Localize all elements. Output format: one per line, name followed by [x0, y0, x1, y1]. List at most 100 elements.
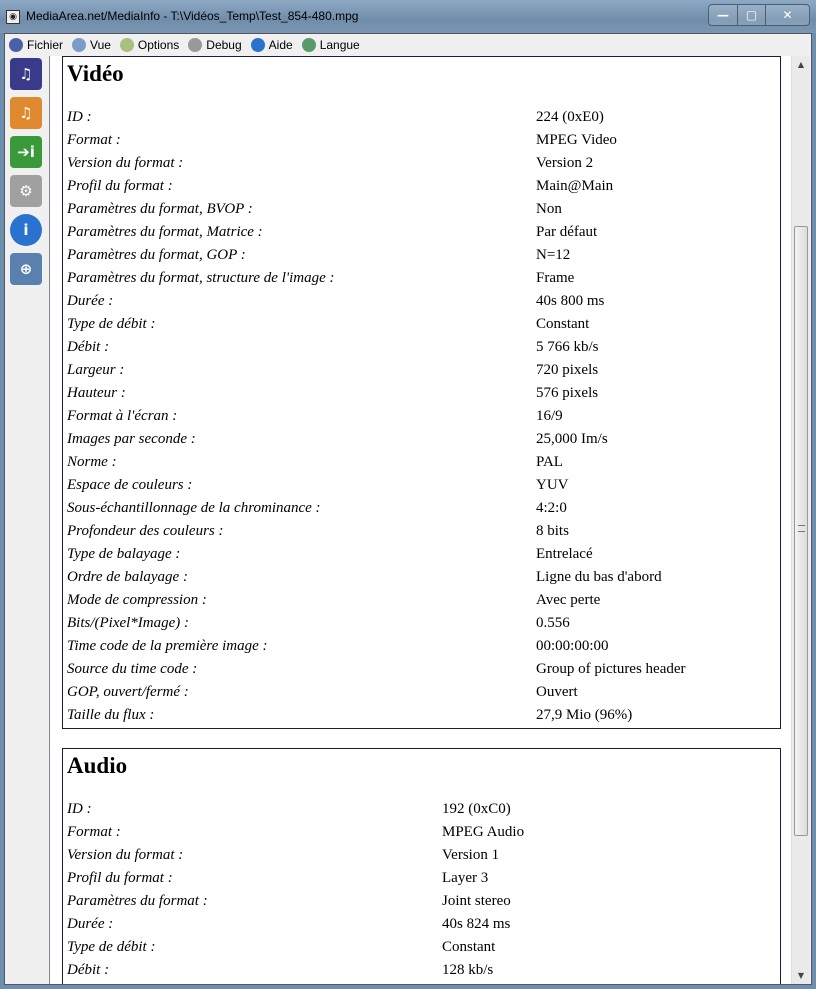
options-icon [119, 38, 134, 52]
menu-label: Langue [319, 38, 360, 52]
window-title: MediaArea.net/MediaInfo - T:\Vidéos_Temp… [26, 9, 359, 23]
report-view: Vidéo ID : 224 (0xE0) Format : MPEG Video Ve… [49, 56, 791, 984]
toolbar-sidebar: ♫ ♫ ➔i ⚙ i ⊕ [5, 56, 49, 984]
field-value: Group of pictures header [536, 661, 686, 677]
field-label: Format à l'écran : [67, 408, 178, 424]
export-icon[interactable]: ➔i [10, 136, 42, 168]
scroll-thumb[interactable] [794, 226, 808, 836]
field-label: Mode de compression : [67, 592, 207, 608]
field-label: Paramètres du format, structure de l'ima… [67, 270, 335, 286]
field-value: Main@Main [536, 178, 614, 194]
field-value: 8 bits [536, 523, 569, 539]
field-label: Images par seconde : [67, 431, 196, 447]
field-label: Paramètres du format, BVOP : [67, 201, 253, 217]
field-label: Paramètres du format : [67, 893, 208, 909]
menu-langue[interactable]: Langue [301, 38, 360, 52]
info-row: Bits/(Pixel*Image) : 0.556 [67, 615, 767, 638]
field-value: Par défaut [536, 224, 598, 240]
menu-label: Aide [268, 38, 293, 52]
field-value: Non [536, 201, 562, 217]
menu-debug[interactable]: Debug [188, 38, 242, 52]
field-label: Ordre de balayage : [67, 569, 188, 585]
menu-options[interactable]: Options [119, 38, 179, 52]
menu-fichier[interactable]: Fichier [9, 38, 63, 52]
field-label: Time code de la première image : [67, 638, 268, 654]
field-label: ID : [67, 801, 92, 817]
field-value: Ligne du bas d'abord [536, 569, 662, 585]
info-row: Format : MPEG Video [67, 132, 767, 155]
field-value: 5 766 kb/s [536, 339, 599, 355]
vertical-scrollbar[interactable]: ▲ ▼ [791, 56, 810, 984]
field-label: Largeur : [67, 362, 125, 378]
field-label: Espace de couleurs : [67, 477, 193, 493]
info-row: Format à l'écran : 16/9 [67, 408, 767, 431]
field-label: Profil du format : [67, 870, 173, 886]
field-label: Version du format : [67, 155, 184, 171]
field-value: 40s 824 ms [442, 916, 511, 932]
maximize-button[interactable]: ▢ [737, 5, 765, 25]
info-row: Profondeur des couleurs : 8 bits [67, 523, 767, 546]
help-icon [250, 38, 265, 52]
field-value: PAL [536, 454, 563, 470]
menu-aide[interactable]: Aide [250, 38, 293, 52]
field-label: Paramètres du format, Matrice : [67, 224, 263, 240]
audio-section: Audio ID : 192 (0xC0) Format : MPEG Audio Ve… [62, 748, 781, 984]
field-value: 576 pixels [536, 385, 599, 401]
about-icon[interactable]: i [10, 214, 42, 246]
field-label: Format : [67, 132, 121, 148]
field-value: Constant [442, 939, 496, 955]
title-bar: ◉ MediaArea.net/MediaInfo - T:\Vidéos_Te… [0, 0, 816, 33]
field-value: 27,9 Mio (96%) [536, 707, 633, 723]
open-file-icon[interactable]: ♫ [10, 58, 42, 90]
info-row: GOP, ouvert/fermé : Ouvert [67, 684, 767, 707]
info-row: Durée : 40s 824 ms [67, 916, 767, 939]
field-label: Sous-échantillonnage de la chrominance : [67, 500, 321, 516]
info-row: Espace de couleurs : YUV [67, 477, 767, 500]
field-value: 4:2:0 [536, 500, 567, 516]
file-icon [9, 38, 23, 52]
field-value: 128 kb/s [442, 962, 494, 978]
section-title: Vidéo [67, 61, 124, 86]
info-row: Type de balayage : Entrelacé [67, 546, 767, 569]
menu-label: Fichier [27, 38, 64, 52]
web-icon[interactable]: ⊕ [10, 253, 42, 285]
field-label: Bits/(Pixel*Image) : [67, 615, 190, 631]
field-label: Format : [67, 824, 121, 840]
field-label: Débit : [67, 339, 110, 355]
info-row: Sous-échantillonnage de la chrominance :… [67, 500, 767, 523]
scroll-down-button[interactable]: ▼ [792, 967, 810, 984]
info-row: ID : 224 (0xE0) [67, 109, 767, 132]
field-label: Durée : [67, 916, 114, 932]
grip-icon [798, 525, 805, 532]
menu-label: Debug [206, 38, 242, 52]
field-value: Version 2 [536, 155, 594, 171]
field-label: Paramètres du format, GOP : [67, 247, 246, 263]
field-label: Type de débit : [67, 316, 156, 332]
open-folder-icon[interactable]: ♫ [10, 97, 42, 129]
field-value: YUV [536, 477, 569, 493]
info-row: Profil du format : Main@Main [67, 178, 767, 201]
field-label: Type de balayage : [67, 546, 181, 562]
info-row: Paramètres du format, BVOP : Non [67, 201, 767, 224]
info-row: Paramètres du format, structure de l'ima… [67, 270, 767, 293]
scroll-up-button[interactable]: ▲ [792, 56, 810, 73]
field-value: Constant [536, 316, 590, 332]
debug-icon [188, 38, 203, 52]
info-row: Paramètres du format : Joint stereo [67, 893, 767, 916]
close-button[interactable]: ✕ [765, 5, 809, 25]
field-value: 00:00:00:00 [536, 638, 609, 654]
info-row: Time code de la première image : 00:00:00… [67, 638, 767, 661]
info-row: Version du format : Version 2 [67, 155, 767, 178]
view-icon [72, 38, 87, 52]
field-value: 25,000 Im/s [536, 431, 608, 447]
menu-vue[interactable]: Vue [72, 38, 111, 52]
info-row: Ordre de balayage : Ligne du bas d'abord [67, 569, 767, 592]
info-row: Débit : 5 766 kb/s [67, 339, 767, 362]
info-row: Mode de compression : Avec perte [67, 592, 767, 615]
field-label: GOP, ouvert/fermé : [67, 684, 189, 700]
minimize-button[interactable]: — [709, 5, 737, 25]
field-label: Type de débit : [67, 939, 156, 955]
preferences-icon[interactable]: ⚙ [10, 175, 42, 207]
field-value: 192 (0xC0) [442, 801, 511, 817]
field-value: Frame [536, 270, 575, 286]
